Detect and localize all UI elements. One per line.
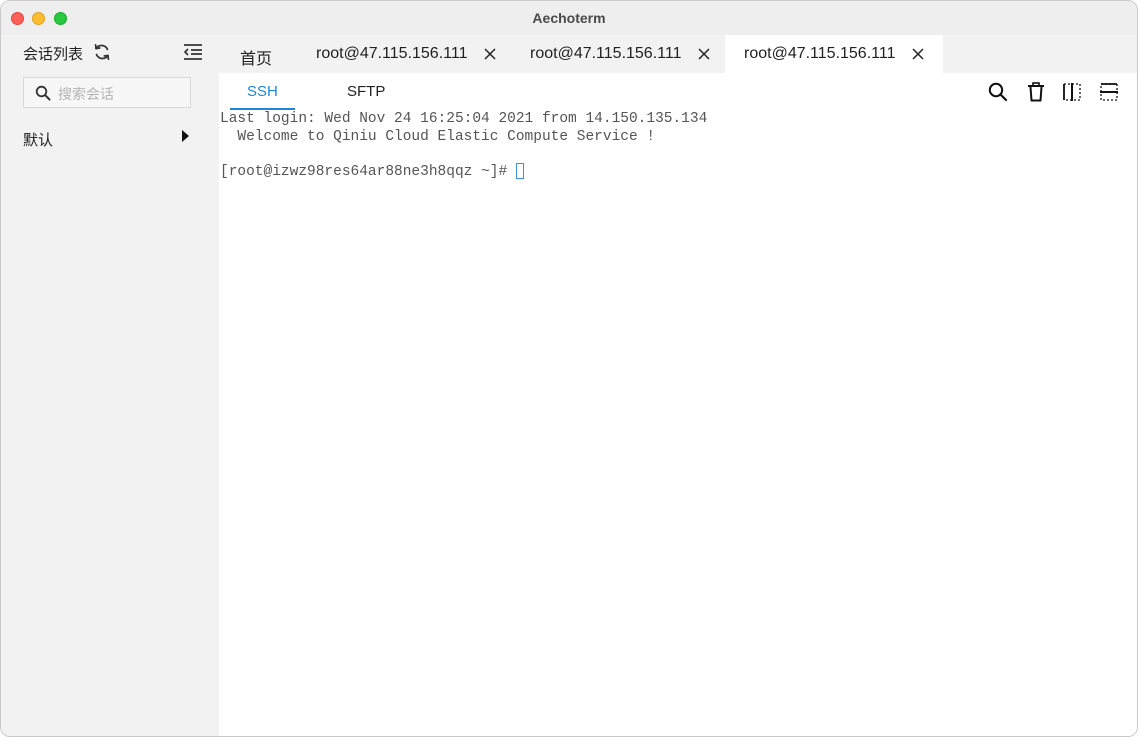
tab-home-label: 首页 xyxy=(240,51,273,68)
search-icon xyxy=(35,85,51,101)
split-vertical-icon[interactable] xyxy=(1061,81,1083,103)
terminal-cursor xyxy=(516,163,524,179)
tab-session-2[interactable]: root@47.115.156.111 xyxy=(511,35,725,73)
refresh-icon[interactable] xyxy=(92,42,112,62)
split-horizontal-icon[interactable] xyxy=(1098,81,1120,103)
close-icon[interactable] xyxy=(697,45,711,63)
tab-session-label: root@47.115.156.111 xyxy=(744,45,896,62)
session-sidebar: 会话列表 默认 xyxy=(1,35,219,736)
active-subtab-indicator xyxy=(230,108,295,110)
tab-strip: 首页 root@47.115.156.111 root@47.115.156.1… xyxy=(219,35,1137,73)
terminal-line: Welcome to Qiniu Cloud Elastic Compute S… xyxy=(220,128,656,145)
sidebar-header: 会话列表 xyxy=(1,35,219,71)
tab-home[interactable]: 首页 xyxy=(219,35,297,73)
session-group-label: 默认 xyxy=(23,132,54,149)
session-group-default[interactable]: 默认 xyxy=(1,125,219,151)
caret-right-icon xyxy=(182,130,189,142)
app-window: Aechoterm 会话列表 搜索会话 默认 首页 root@47.115.15… xyxy=(0,0,1138,737)
tab-session-label: root@47.115.156.111 xyxy=(316,45,468,62)
tab-session-label: root@47.115.156.111 xyxy=(530,45,682,62)
subtab-ssh[interactable]: SSH xyxy=(247,83,278,100)
tab-session-3-active[interactable]: root@47.115.156.111 xyxy=(725,35,943,73)
trash-icon[interactable] xyxy=(1025,81,1047,103)
terminal-prompt: [root@izwz98res64ar88ne3h8qqz ~]# xyxy=(220,163,516,180)
title-bar: Aechoterm xyxy=(1,1,1137,35)
session-search-input[interactable] xyxy=(56,82,190,106)
close-icon[interactable] xyxy=(483,45,497,63)
protocol-subtabs: SSH SFTP xyxy=(219,73,1137,111)
collapse-sidebar-icon[interactable] xyxy=(183,43,203,61)
search-icon[interactable] xyxy=(987,81,1009,103)
tab-session-1[interactable]: root@47.115.156.111 xyxy=(297,35,511,73)
window-title: Aechoterm xyxy=(532,10,606,26)
session-search xyxy=(23,77,191,108)
terminal-line: Last login: Wed Nov 24 16:25:04 2021 fro… xyxy=(220,111,708,127)
sidebar-title: 会话列表 xyxy=(23,46,84,63)
subtab-sftp[interactable]: SFTP xyxy=(347,83,385,100)
terminal-output[interactable]: Last login: Wed Nov 24 16:25:04 2021 fro… xyxy=(219,111,1137,736)
close-icon[interactable] xyxy=(911,45,925,63)
